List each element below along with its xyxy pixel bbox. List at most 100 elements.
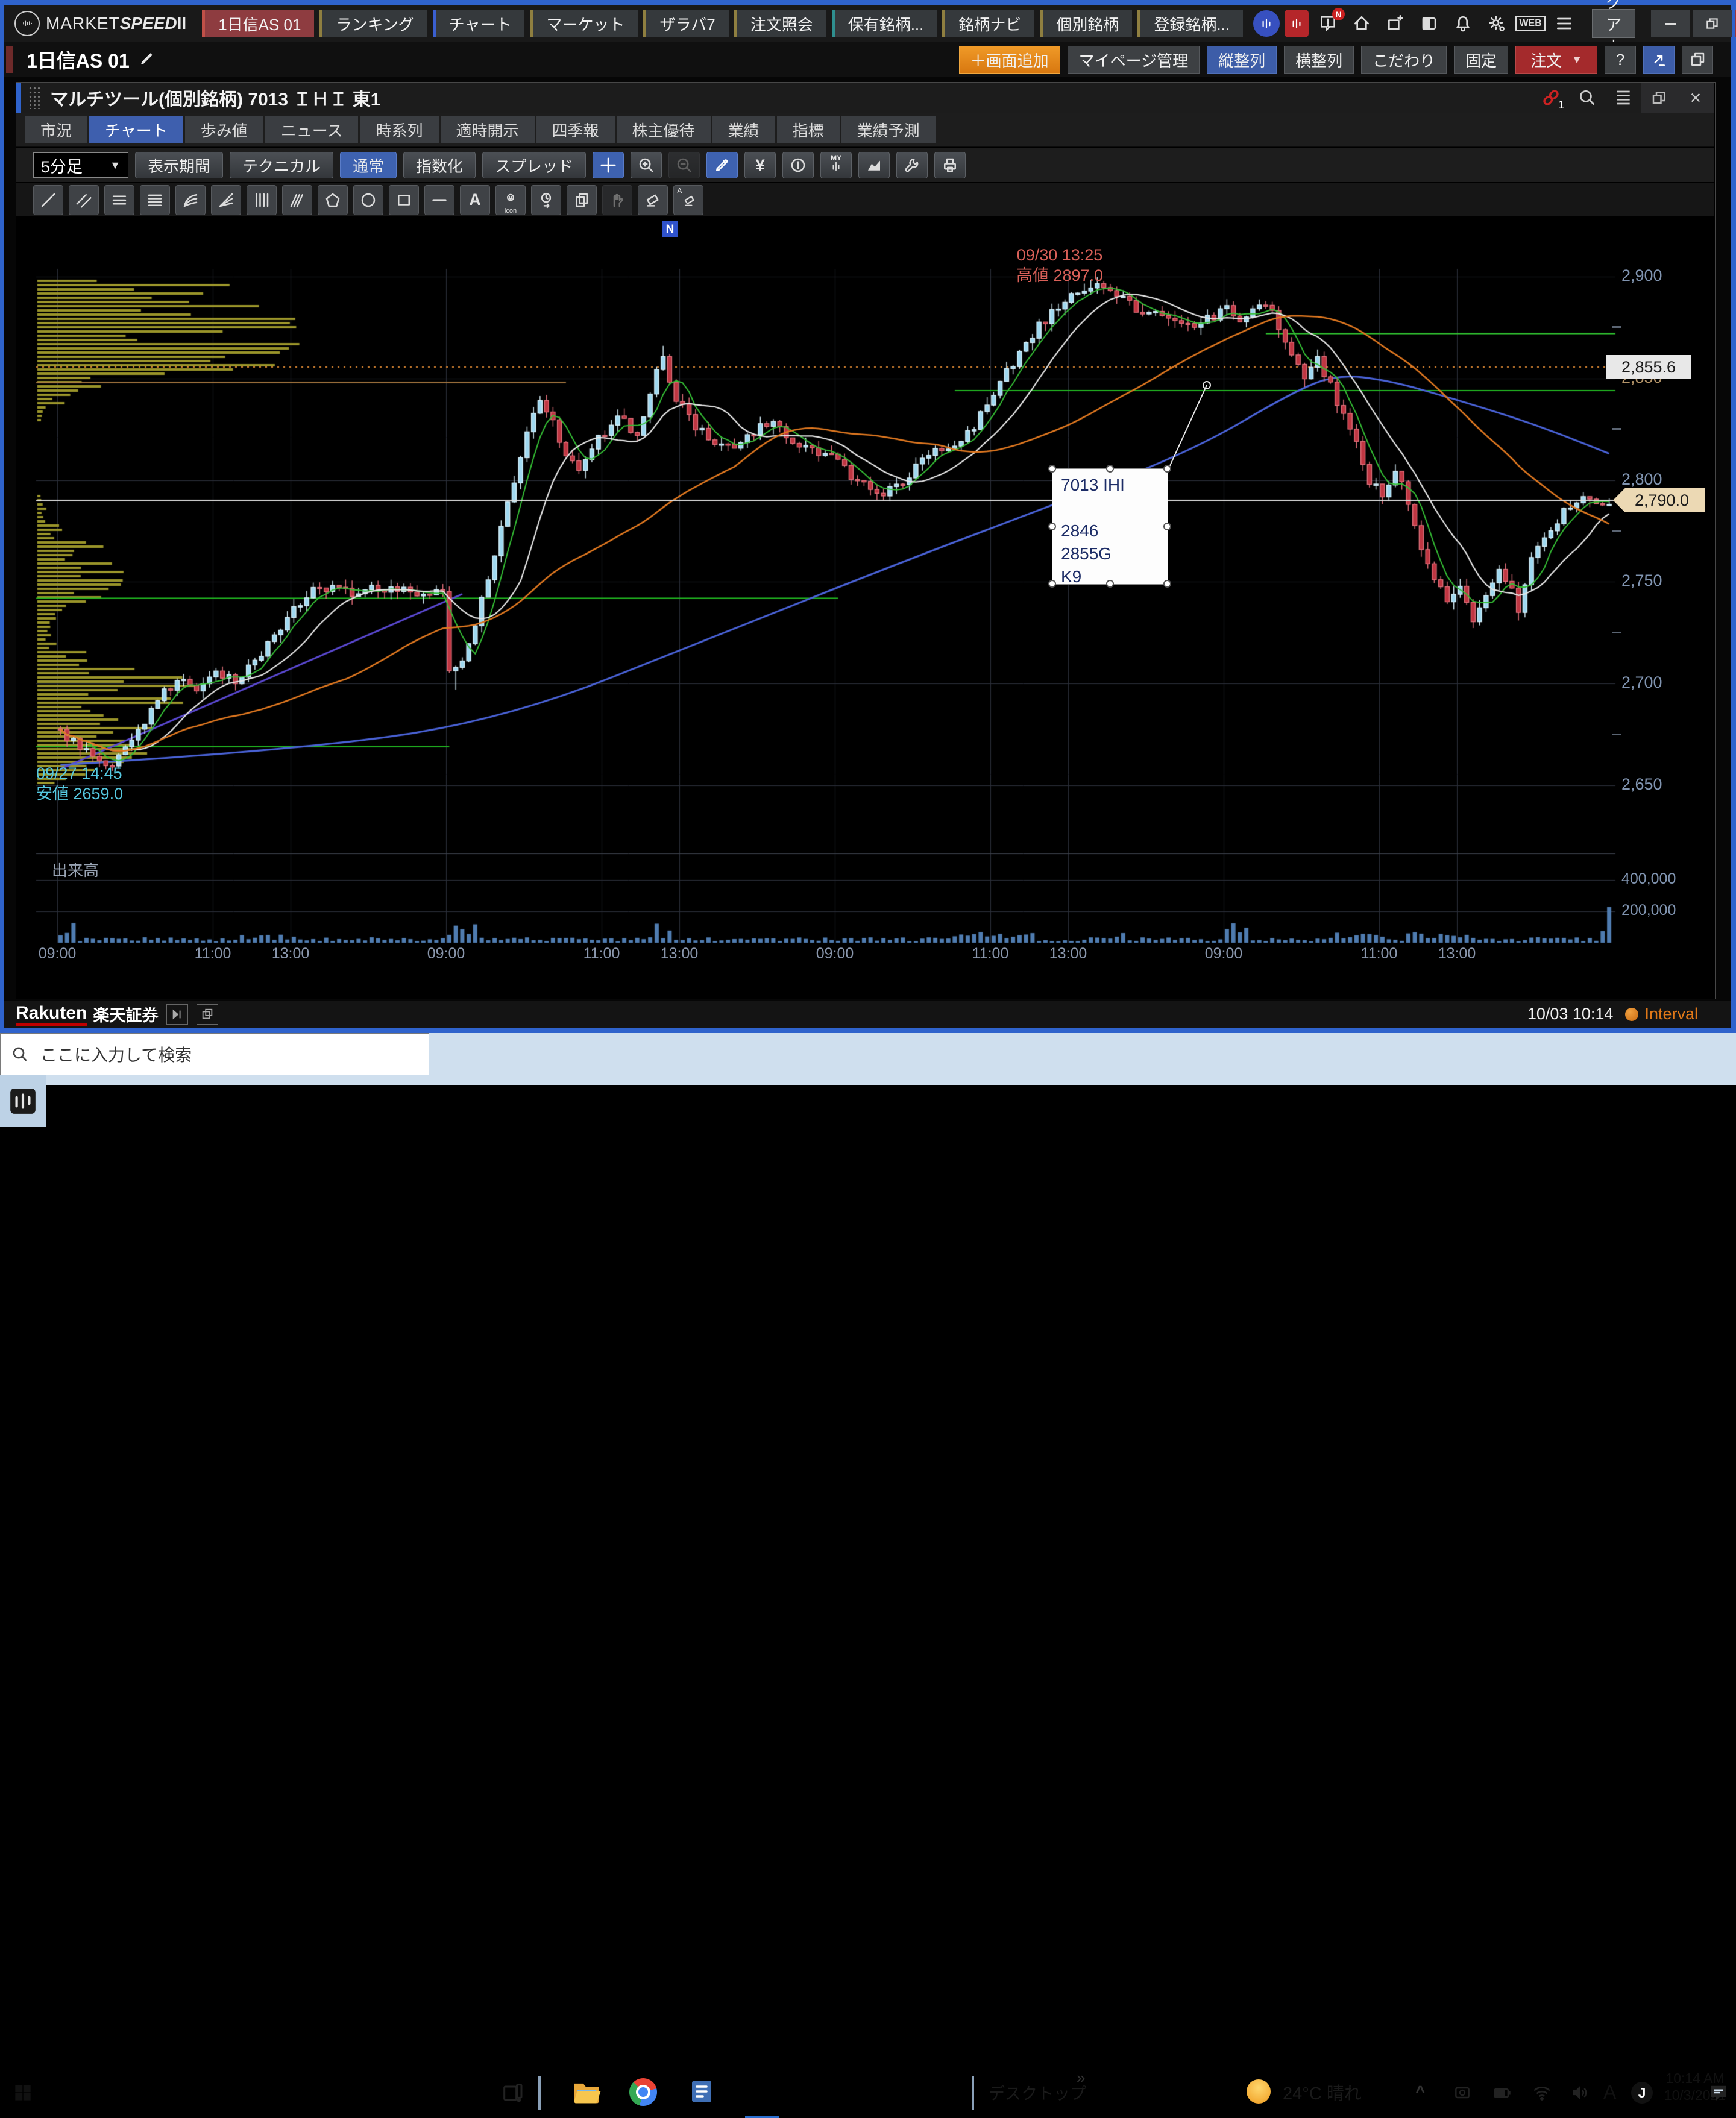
order-button[interactable]: 注文▼ <box>1515 46 1597 74</box>
ime-alpha-indicator[interactable]: A <box>1603 2066 1616 2118</box>
eraser-all-tool-button[interactable]: A <box>673 185 703 215</box>
copy-object-tool-button[interactable] <box>567 185 597 215</box>
zoom-out-button[interactable] <box>668 152 700 178</box>
window-tab-適時開示[interactable]: 適時開示 <box>441 116 535 143</box>
window-tab-株主優待[interactable]: 株主優待 <box>617 116 711 143</box>
fan-lines-tool-button[interactable] <box>211 185 241 215</box>
ime-japanese-indicator[interactable]: J <box>1631 2082 1653 2104</box>
info-button[interactable] <box>782 152 814 178</box>
notes-app-button[interactable] <box>686 2076 717 2107</box>
window-restore-icon[interactable] <box>1641 83 1678 113</box>
alert-icon[interactable]: N <box>1313 9 1342 38</box>
wrench-button[interactable] <box>896 152 928 178</box>
toolbar-chevron-icon[interactable]: » <box>1077 2069 1085 2087</box>
interval-select[interactable]: 5分足▼ <box>33 152 128 178</box>
tab-market[interactable]: マーケット <box>530 10 638 37</box>
ellipse-tool-button[interactable] <box>353 185 383 215</box>
callout-note[interactable]: 7013 IHI28462855GK9 <box>1052 468 1168 585</box>
marketspeed-taskbar-button[interactable] <box>0 1075 46 1127</box>
search-symbol-icon[interactable] <box>1569 83 1605 113</box>
kodawari-button[interactable]: こだわり <box>1361 46 1447 74</box>
window-tab-チャート[interactable]: チャート <box>89 116 183 143</box>
window-tab-業績[interactable]: 業績 <box>712 116 775 143</box>
eraser-tool-button[interactable] <box>638 185 668 215</box>
drag-grip-icon[interactable] <box>28 86 42 109</box>
restore-button[interactable] <box>1693 10 1732 37</box>
parallel-line-tool-button[interactable] <box>69 185 99 215</box>
wifi-icon[interactable] <box>1531 2082 1553 2104</box>
indexed-button[interactable]: 指数化 <box>403 152 476 178</box>
window-tab-四季報[interactable]: 四季報 <box>536 116 615 143</box>
window-tab-指標[interactable]: 指標 <box>777 116 840 143</box>
tab-individual-stock[interactable]: 個別銘柄 <box>1040 10 1132 37</box>
window-add-icon[interactable] <box>1381 9 1410 38</box>
price-chart-canvas[interactable] <box>17 217 1714 972</box>
edit-page-name-icon[interactable] <box>138 49 156 71</box>
rectangle-tool-button[interactable] <box>389 185 419 215</box>
hlines-3-tool-button[interactable] <box>104 185 134 215</box>
draw-pencil-button[interactable] <box>706 152 738 178</box>
vertical-align-button[interactable]: 縦整列 <box>1207 46 1277 74</box>
horizontal-segment-tool-button[interactable] <box>424 185 454 215</box>
chart-red-icon[interactable] <box>1285 10 1309 37</box>
callout-handle[interactable] <box>1106 580 1114 588</box>
my-chart-button[interactable]: MY <box>820 152 852 178</box>
window-tab-歩み値[interactable]: 歩み値 <box>185 116 263 143</box>
chart-blue-icon[interactable] <box>1253 10 1280 37</box>
news-marker-badge[interactable]: N <box>662 221 678 237</box>
callout-handle[interactable] <box>1048 580 1056 588</box>
technical-button[interactable]: テクニカル <box>230 152 333 178</box>
window-copy-button[interactable] <box>1682 46 1713 74</box>
horizontal-align-button[interactable]: 横整列 <box>1284 46 1354 74</box>
pentagon-tool-button[interactable] <box>318 185 348 215</box>
minimize-button[interactable] <box>1651 10 1690 37</box>
desktop-toolbar[interactable]: デスクトップ <box>989 2066 1086 2118</box>
task-view-button[interactable] <box>499 2079 526 2106</box>
window-menu-icon[interactable] <box>1605 83 1641 113</box>
window-tab-ニュース[interactable]: ニュース <box>265 116 359 143</box>
tab-holdings[interactable]: 保有銘柄... <box>832 10 937 37</box>
link-arrow-button[interactable] <box>1643 46 1675 74</box>
tab-chart[interactable]: チャート <box>433 10 525 37</box>
chrome-button[interactable] <box>629 2078 657 2106</box>
pitchfork-tool-button[interactable] <box>282 185 312 215</box>
display-period-button[interactable]: 表示期間 <box>135 152 223 178</box>
battery-icon[interactable] <box>1491 2082 1513 2104</box>
area-button[interactable] <box>858 152 890 178</box>
window-tab-業績予測[interactable]: 業績予測 <box>841 116 936 143</box>
hlines-4-tool-button[interactable] <box>140 185 170 215</box>
home-icon[interactable] <box>1347 9 1376 38</box>
window-close-icon[interactable]: × <box>1678 83 1714 113</box>
help-button[interactable]: ? <box>1605 46 1636 74</box>
window-tab-市況[interactable]: 市況 <box>25 116 87 143</box>
printer-button[interactable] <box>934 152 966 178</box>
trend-line-tool-button[interactable] <box>33 185 63 215</box>
panel-play-icon[interactable] <box>166 1004 188 1025</box>
settings-icon[interactable] <box>1482 9 1511 38</box>
callout-handle[interactable] <box>1048 523 1056 530</box>
bell-icon[interactable] <box>1448 9 1477 38</box>
menu-icon[interactable] <box>1550 9 1579 38</box>
normal-button[interactable]: 通常 <box>340 152 397 178</box>
callout-handle[interactable] <box>1163 580 1171 588</box>
weather-label[interactable]: 24°C 晴れ <box>1283 2066 1362 2118</box>
tab-stock-navi[interactable]: 銘柄ナビ <box>942 10 1034 37</box>
search-input[interactable]: ここに入力して検索 <box>0 1033 429 1075</box>
icon-stamp-tool-button[interactable]: icon <box>495 185 526 215</box>
fan-arcs-tool-button[interactable] <box>175 185 206 215</box>
mypage-manage-button[interactable]: マイページ管理 <box>1068 46 1200 74</box>
crosshair-button[interactable] <box>593 152 624 178</box>
panel-window-icon[interactable] <box>197 1004 218 1025</box>
display-icon[interactable] <box>1415 9 1444 38</box>
device-cast-icon[interactable] <box>1451 2082 1473 2104</box>
tray-expand-button[interactable]: ^ <box>1415 2066 1425 2118</box>
pin-button[interactable]: 固定 <box>1454 46 1508 74</box>
start-button[interactable] <box>10 2079 36 2106</box>
callout-handle[interactable] <box>1163 523 1171 530</box>
tab-ranking[interactable]: ランキング <box>319 10 427 37</box>
yen-button[interactable]: ¥ <box>744 152 776 178</box>
tab-order-inquiry[interactable]: 注文照会 <box>734 10 826 37</box>
vert-lines-tool-button[interactable] <box>247 185 277 215</box>
callout-handle[interactable] <box>1163 465 1171 473</box>
weather-sun-icon[interactable] <box>1247 2079 1271 2104</box>
